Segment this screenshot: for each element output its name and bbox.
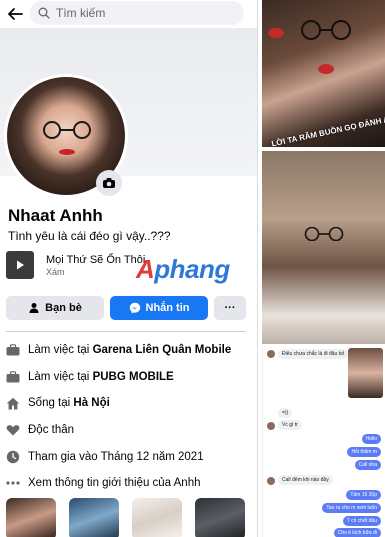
side-photo-1: LỜI TA RĂM BUỒN GỌ ĐÁNH A NÓI ẤY bbox=[262, 0, 385, 147]
photo-thumbnail[interactable] bbox=[195, 498, 245, 537]
photo-caption: LỜI TA RĂM BUỒN GỌ ĐÁNH A NÓI ẤY bbox=[270, 109, 385, 147]
info-location: Sống tại Hà Nội bbox=[6, 394, 251, 412]
photo-thumbnail[interactable] bbox=[6, 498, 56, 537]
chat-bubble: =)) bbox=[278, 408, 293, 418]
section-divider bbox=[6, 331, 246, 332]
watermark-a: A bbox=[136, 254, 155, 284]
glasses-graphic bbox=[301, 20, 351, 40]
messenger-icon bbox=[129, 302, 140, 314]
chat-bubble: Call nha bbox=[354, 460, 381, 470]
message-label: Nhắn tin bbox=[145, 302, 190, 314]
camera-icon[interactable] bbox=[96, 170, 122, 196]
more-label: ··· bbox=[224, 302, 236, 314]
more-dots-icon bbox=[6, 476, 20, 490]
friends-label: Bạn bè bbox=[45, 302, 82, 314]
chat-bubble: Vc gì tr bbox=[278, 420, 302, 430]
profile-name: Nhaat Anhh bbox=[8, 206, 103, 225]
friends-icon bbox=[29, 303, 39, 313]
back-arrow-icon[interactable] bbox=[0, 0, 30, 28]
info-relationship: Độc thân bbox=[6, 421, 251, 439]
clock-icon bbox=[6, 450, 20, 464]
song-artist: Xám bbox=[46, 267, 65, 277]
heart-icon bbox=[6, 423, 20, 437]
info-work-1: Làm việc tại Garena Liên Quân Mobile bbox=[6, 341, 251, 359]
chat-bubble: Hỏi thăm m bbox=[347, 447, 381, 457]
info-text: Làm việc tại Garena Liên Quân Mobile bbox=[28, 344, 232, 356]
info-joined: Tham gia vào Tháng 12 năm 2021 bbox=[6, 448, 251, 466]
home-icon bbox=[6, 396, 20, 410]
more-options-button[interactable]: ··· bbox=[214, 296, 246, 320]
photo-thumbnail[interactable] bbox=[69, 498, 119, 537]
info-text: Độc thân bbox=[28, 424, 75, 436]
chat-bubble: Call đêm khi nào đây bbox=[278, 475, 333, 485]
photo-strip bbox=[6, 498, 246, 537]
chat-bubble: Cho k kích bữa đi bbox=[333, 528, 381, 537]
chat-bubble: T có chết đâu bbox=[342, 516, 381, 526]
side-photo-2 bbox=[262, 151, 385, 344]
profile-bio: Tình yêu là cái đéo gì vậy..??? bbox=[8, 229, 171, 243]
chat-bubble: Điêu chưa chắc là đi đâu bố bbox=[278, 349, 349, 359]
watermark-logo: Aphang bbox=[136, 254, 230, 285]
search-icon bbox=[38, 7, 50, 19]
briefcase-icon bbox=[6, 343, 20, 357]
photo-thumbnail[interactable] bbox=[132, 498, 182, 537]
lips-graphic bbox=[59, 149, 75, 155]
lips-sticker bbox=[318, 64, 334, 74]
chat-avatar bbox=[267, 350, 275, 358]
search-placeholder: Tìm kiếm bbox=[56, 6, 106, 20]
message-button[interactable]: Nhắn tin bbox=[110, 296, 208, 320]
watermark-rest: phang bbox=[154, 254, 230, 284]
info-work-2: Làm việc tại PUBG MOBILE bbox=[6, 368, 251, 386]
chat-photo-thumbnail bbox=[348, 348, 383, 398]
info-text: Tham gia vào Tháng 12 năm 2021 bbox=[28, 451, 204, 463]
friends-button[interactable]: Bạn bè bbox=[6, 296, 104, 320]
lips-sticker bbox=[268, 28, 284, 38]
info-text: Xem thông tin giới thiệu của Anhh bbox=[28, 477, 201, 489]
play-icon[interactable] bbox=[6, 251, 34, 279]
chat-avatar bbox=[267, 477, 275, 485]
top-bar: Tìm kiếm bbox=[0, 0, 257, 28]
chat-screenshot: Điêu chưa chắc là đi đâu bố =)) Vc gì tr… bbox=[262, 346, 385, 537]
briefcase-icon bbox=[6, 370, 20, 384]
chat-bubble: Tầm 15 20p bbox=[346, 490, 381, 500]
info-text: Làm việc tại PUBG MOBILE bbox=[28, 371, 174, 383]
chat-bubble: Tao ra cho m xem luôn bbox=[322, 503, 381, 513]
see-about-link[interactable]: Xem thông tin giới thiệu của Anhh bbox=[6, 474, 251, 492]
search-input[interactable]: Tìm kiếm bbox=[30, 1, 244, 25]
profile-panel: Tìm kiếm Nhaat Anhh Tình yêu là cái đéo … bbox=[0, 0, 258, 537]
song-title: Mọi Thứ Sẽ Ổn Thôi bbox=[46, 254, 146, 266]
info-text: Sống tại Hà Nội bbox=[28, 397, 110, 409]
chat-avatar bbox=[267, 422, 275, 430]
chat-bubble: Hello bbox=[361, 434, 381, 444]
glasses-graphic bbox=[43, 121, 91, 139]
glasses-graphic bbox=[304, 227, 344, 241]
profile-actions: Bạn bè Nhắn tin ··· bbox=[6, 296, 246, 320]
